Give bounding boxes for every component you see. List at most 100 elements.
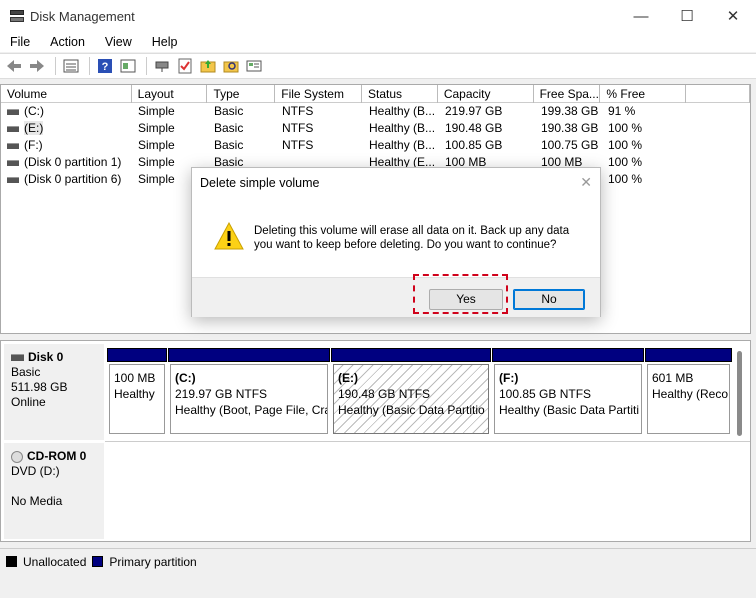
volume-row[interactable]: (F:) Simple Basic NTFS Healthy (B... 100.85 G… bbox=[1, 137, 750, 154]
dialog-message: Deleting this volume will erase all data… bbox=[254, 225, 570, 251]
column-header-type[interactable]: Type bbox=[207, 85, 276, 103]
volume-name: (F:) bbox=[24, 138, 43, 152]
title-bar: Disk Management — ☐ ✕ bbox=[0, 0, 756, 32]
volume-cell-free: 100.75 GB bbox=[541, 138, 599, 152]
menu-bar: File Action View Help bbox=[0, 32, 756, 52]
volume-cell-layout: Simple bbox=[138, 121, 175, 135]
volume-cell-pct: 100 % bbox=[608, 138, 643, 152]
disk-graphical-pane: Disk 0 Basic 511.98 GB Online 100 MB Heal… bbox=[0, 340, 751, 542]
dialog-close-button[interactable]: ✕ bbox=[580, 174, 592, 191]
toolbar: ? bbox=[0, 53, 756, 79]
column-header-capacity[interactable]: Capacity bbox=[438, 85, 534, 103]
cdrom-0-label[interactable]: CD-ROM 0 DVD (D:) No Media bbox=[4, 443, 104, 539]
disk-management-icon bbox=[9, 9, 25, 23]
column-header-layout[interactable]: Layout bbox=[132, 85, 208, 103]
column-header-free-space[interactable]: Free Spa... bbox=[534, 85, 601, 103]
menu-action[interactable]: Action bbox=[40, 35, 95, 49]
back-icon[interactable] bbox=[4, 56, 24, 76]
volume-row[interactable]: (E:) Simple Basic NTFS Healthy (B... 190.48 G… bbox=[1, 120, 750, 137]
highlight-box bbox=[413, 274, 508, 314]
volume-name: (Disk 0 partition 6) bbox=[24, 172, 122, 186]
close-button[interactable]: ✕ bbox=[710, 0, 756, 32]
drive-icon bbox=[7, 108, 19, 115]
disk-0-label[interactable]: Disk 0 Basic 511.98 GB Online bbox=[4, 344, 104, 440]
cdrom-type: DVD (D:) bbox=[11, 464, 60, 478]
maximize-button[interactable]: ☐ bbox=[664, 0, 710, 32]
volume-cell-free: 199.38 GB bbox=[541, 104, 599, 118]
no-button[interactable]: No bbox=[513, 289, 585, 310]
minimize-button[interactable]: — bbox=[618, 0, 664, 32]
volume-cell-pct: 100 % bbox=[608, 172, 643, 186]
window-title: Disk Management bbox=[30, 8, 135, 24]
drive-icon bbox=[7, 176, 19, 183]
volume-name-cell: (F:) bbox=[1, 137, 132, 154]
search-icon[interactable] bbox=[221, 56, 241, 76]
volume-cell-status: Healthy (B... bbox=[369, 138, 436, 152]
primary-partition-swatch bbox=[92, 556, 104, 567]
partition-e[interactable]: (E:) 190.48 GB NTFS Healthy (Basic Data Pa… bbox=[331, 348, 491, 436]
volume-cell-capacity: 100.85 GB bbox=[445, 138, 503, 152]
legend-unallocated: Unallocated bbox=[23, 554, 87, 569]
scrollbar[interactable] bbox=[737, 351, 742, 436]
cdrom-status: No Media bbox=[11, 494, 63, 508]
legend: Unallocated Primary partition bbox=[0, 548, 756, 574]
volume-cell-pct: 100 % bbox=[608, 121, 643, 135]
partition-recovery[interactable]: 601 MB Healthy (Reco bbox=[645, 348, 732, 436]
delete-volume-dialog: Delete simple volume ✕ Deleting this vol… bbox=[191, 167, 601, 317]
volume-cell-fs: NTFS bbox=[282, 104, 314, 118]
cd-rom-icon bbox=[11, 450, 23, 463]
drive-icon bbox=[7, 125, 19, 132]
volume-cell-layout: Simple bbox=[138, 104, 175, 118]
volume-name-cell: (Disk 0 partition 1) bbox=[1, 154, 132, 171]
disk-name: Disk 0 bbox=[28, 350, 64, 364]
partition-f[interactable]: (F:) 100.85 GB NTFS Healthy (Basic Data Pa… bbox=[492, 348, 644, 436]
settings-icon[interactable] bbox=[244, 56, 264, 76]
properties-icon[interactable] bbox=[118, 56, 138, 76]
drive-icon bbox=[7, 142, 19, 149]
volume-name: (E:) bbox=[24, 121, 44, 135]
column-header-percent-free[interactable]: % Free bbox=[600, 85, 687, 103]
connect-icon[interactable] bbox=[152, 56, 172, 76]
dialog-footer: Yes No bbox=[192, 277, 600, 317]
menu-view[interactable]: View bbox=[95, 35, 142, 49]
volume-name: (Disk 0 partition 1) bbox=[24, 155, 122, 169]
volume-cell-capacity: 190.48 GB bbox=[445, 121, 503, 135]
check-icon[interactable] bbox=[175, 56, 195, 76]
warning-icon bbox=[214, 221, 244, 253]
disk-status: Online bbox=[11, 395, 46, 409]
menu-help[interactable]: Help bbox=[142, 35, 188, 49]
folder-icon[interactable] bbox=[198, 56, 218, 76]
forward-icon[interactable] bbox=[27, 56, 47, 76]
drive-icon bbox=[7, 159, 19, 166]
partition-system-reserved[interactable]: 100 MB Healthy bbox=[107, 348, 167, 436]
cdrom-name: CD-ROM 0 bbox=[27, 449, 87, 463]
disk-type: Basic bbox=[11, 365, 41, 379]
partition-c[interactable]: (C:) 219.97 GB NTFS Healthy (Boot, Page Fi… bbox=[168, 348, 330, 436]
help-icon[interactable]: ? bbox=[95, 56, 115, 76]
volume-cell-capacity: 219.97 GB bbox=[445, 104, 503, 118]
column-header-empty bbox=[686, 85, 750, 103]
volume-cell-type: Basic bbox=[214, 104, 244, 118]
list-icon[interactable] bbox=[61, 56, 81, 76]
column-header-file-system[interactable]: File System bbox=[275, 85, 363, 103]
menu-file[interactable]: File bbox=[0, 35, 40, 49]
volume-cell-fs: NTFS bbox=[282, 138, 314, 152]
volume-cell-status: Healthy (B... bbox=[369, 104, 436, 118]
volume-cell-status: Healthy (B... bbox=[369, 121, 436, 135]
volume-name: (C:) bbox=[24, 104, 44, 118]
column-header-status[interactable]: Status bbox=[362, 85, 438, 103]
volume-name-cell: (C:) bbox=[1, 103, 132, 120]
column-header-volume[interactable]: Volume bbox=[1, 85, 132, 103]
volume-cell-type: Basic bbox=[214, 138, 244, 152]
volume-cell-layout: Simple bbox=[138, 138, 175, 152]
volume-row[interactable]: (C:) Simple Basic NTFS Healthy (B... 219.97 G… bbox=[1, 103, 750, 120]
volume-cell-free: 190.38 GB bbox=[541, 121, 599, 135]
volume-name-cell: (Disk 0 partition 6) bbox=[1, 171, 132, 188]
disk-size: 511.98 GB bbox=[11, 380, 68, 394]
legend-primary-partition: Primary partition bbox=[109, 554, 197, 569]
svg-text:?: ? bbox=[102, 61, 109, 73]
volume-cell-fs: NTFS bbox=[282, 121, 314, 135]
volume-list-header: Volume Layout Type File System Status Ca… bbox=[1, 85, 750, 103]
volume-name-cell: (E:) bbox=[1, 120, 132, 137]
disk-icon bbox=[11, 354, 24, 362]
